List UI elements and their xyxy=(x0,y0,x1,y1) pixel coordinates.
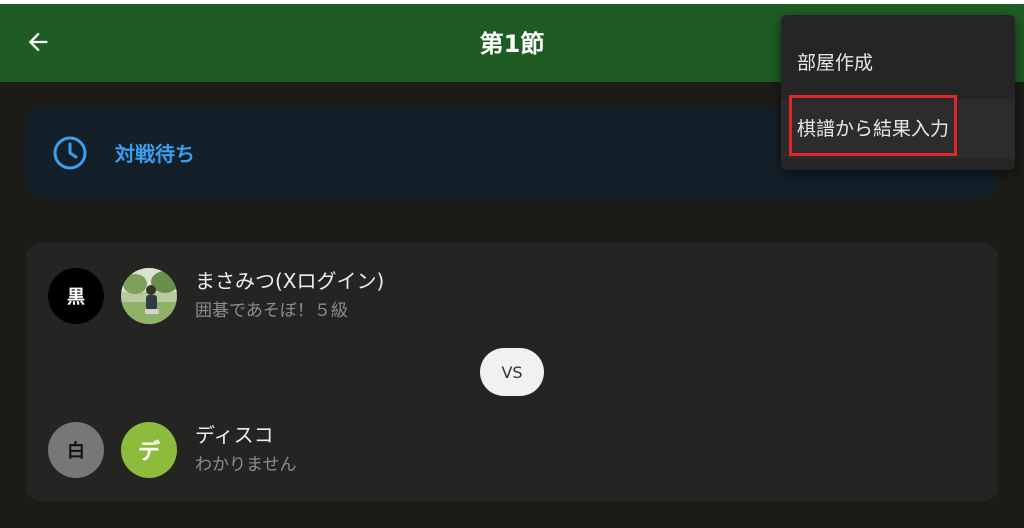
player-white-name: ディスコ xyxy=(195,423,274,447)
player-black-avatar[interactable] xyxy=(121,268,177,324)
status-label: 対戦待ち xyxy=(115,142,195,166)
white-stone-badge: 白 xyxy=(48,422,104,478)
clock-icon xyxy=(52,135,88,171)
menu-item-enter-result-from-kifu[interactable]: 棋譜から結果入力 xyxy=(781,99,1015,159)
vs-badge: VS xyxy=(480,348,544,396)
black-stone-badge: 黒 xyxy=(48,268,104,324)
player-black-name: まさみつ(Xログイン) xyxy=(195,269,385,293)
top-edge xyxy=(0,0,1024,4)
overflow-menu: 部屋作成 棋譜から結果入力 xyxy=(781,15,1015,170)
player-white-avatar[interactable]: デ xyxy=(121,422,177,478)
menu-item-create-room[interactable]: 部屋作成 xyxy=(781,33,1015,93)
match-card: 黒 まさみつ(Xログイン) 囲碁であそぼ！５級 VS 白 デ ディスコ わかりま… xyxy=(26,243,998,501)
app-root: 第1節 対戦待ち 黒 まさみつ(Xログイン) 囲碁であそぼ！５級 VS 白 デ … xyxy=(0,0,1024,528)
player-white-subtitle: わかりません xyxy=(195,455,297,475)
player-black-subtitle: 囲碁であそぼ！５級 xyxy=(195,301,348,321)
